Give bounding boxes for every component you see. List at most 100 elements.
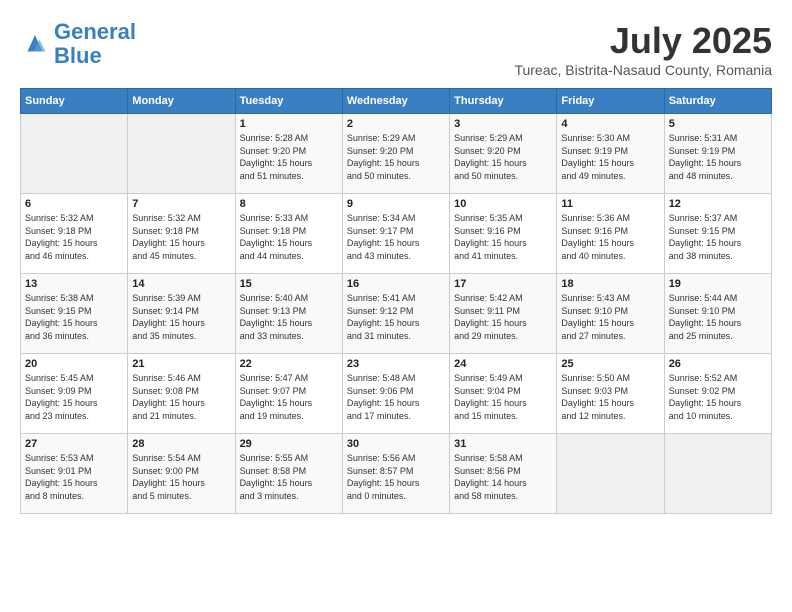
day-info: Sunrise: 5:43 AMSunset: 9:10 PMDaylight:… bbox=[561, 292, 659, 342]
calendar-table: SundayMondayTuesdayWednesdayThursdayFrid… bbox=[20, 88, 772, 514]
calendar-cell: 18Sunrise: 5:43 AMSunset: 9:10 PMDayligh… bbox=[557, 274, 664, 354]
calendar-cell bbox=[664, 434, 771, 514]
day-info: Sunrise: 5:31 AMSunset: 9:19 PMDaylight:… bbox=[669, 132, 767, 182]
calendar-cell: 25 Sunrise: 5:50 AMSunset: 9:03 PMDayligh… bbox=[557, 354, 664, 434]
day-info: Sunrise: 5:42 AMSunset: 9:11 PMDaylight:… bbox=[454, 292, 552, 342]
calendar-week-row: 20Sunrise: 5:45 AMSunset: 9:09 PMDayligh… bbox=[21, 354, 772, 434]
logo-line2: Blue bbox=[54, 43, 102, 68]
day-info: Sunrise: 5:29 AMSunset: 9:20 PMDaylight:… bbox=[347, 132, 445, 182]
calendar-cell: 24 Sunrise: 5:49 AMSunset: 9:04 PMDayligh… bbox=[450, 354, 557, 434]
calendar-cell: 2Sunrise: 5:29 AMSunset: 9:20 PMDaylight… bbox=[342, 114, 449, 194]
day-number: 24 bbox=[454, 358, 552, 370]
day-number: 4 bbox=[561, 118, 659, 130]
calendar-cell: 16 Sunrise: 5:41 AMSunset: 9:12 PMDayligh… bbox=[342, 274, 449, 354]
calendar-cell: 8 Sunrise: 5:33 AMSunset: 9:18 PMDaylight… bbox=[235, 194, 342, 274]
calendar-cell: 27 Sunrise: 5:53 AMSunset: 9:01 PMDayligh… bbox=[21, 434, 128, 514]
day-number: 23 bbox=[347, 358, 445, 370]
day-info: Sunrise: 5:38 AMSunset: 9:15 PMDaylight:… bbox=[25, 292, 123, 342]
day-number: 28 bbox=[132, 438, 230, 450]
day-info: Sunrise: 5:48 AMSunset: 9:06 PMDaylight:… bbox=[347, 372, 445, 422]
day-number: 22 bbox=[240, 358, 338, 370]
logo: General Blue bbox=[20, 20, 136, 68]
day-number: 12 bbox=[669, 198, 767, 210]
day-number: 25 bbox=[561, 358, 659, 370]
day-info: Sunrise: 5:52 AMSunset: 9:02 PMDaylight:… bbox=[669, 372, 767, 422]
calendar-cell: 14Sunrise: 5:39 AMSunset: 9:14 PMDayligh… bbox=[128, 274, 235, 354]
day-info: Sunrise: 5:39 AMSunset: 9:14 PMDaylight:… bbox=[132, 292, 230, 342]
month-title: July 2025 bbox=[514, 20, 772, 62]
day-number: 1 bbox=[240, 118, 338, 130]
day-number: 29 bbox=[240, 438, 338, 450]
calendar-cell bbox=[557, 434, 664, 514]
day-info: Sunrise: 5:30 AMSunset: 9:19 PMDaylight:… bbox=[561, 132, 659, 182]
location: Tureac, Bistrita-Nasaud County, Romania bbox=[514, 62, 772, 78]
day-info: Sunrise: 5:50 AMSunset: 9:03 PMDaylight:… bbox=[561, 372, 659, 422]
day-number: 27 bbox=[25, 438, 123, 450]
day-info: Sunrise: 5:49 AMSunset: 9:04 PMDaylight:… bbox=[454, 372, 552, 422]
day-number: 8 bbox=[240, 198, 338, 210]
day-info: Sunrise: 5:53 AMSunset: 9:01 PMDaylight:… bbox=[25, 452, 123, 502]
day-number: 19 bbox=[669, 278, 767, 290]
day-number: 26 bbox=[669, 358, 767, 370]
day-info: Sunrise: 5:33 AMSunset: 9:18 PMDaylight:… bbox=[240, 212, 338, 262]
day-info: Sunrise: 5:47 AMSunset: 9:07 PMDaylight:… bbox=[240, 372, 338, 422]
calendar-week-row: 1 Sunrise: 5:28 AMSunset: 9:20 PMDaylight… bbox=[21, 114, 772, 194]
day-info: Sunrise: 5:35 AMSunset: 9:16 PMDaylight:… bbox=[454, 212, 552, 262]
calendar-cell: 7 Sunrise: 5:32 AMSunset: 9:18 PMDaylight… bbox=[128, 194, 235, 274]
calendar-cell bbox=[128, 114, 235, 194]
weekday-header: Tuesday bbox=[235, 89, 342, 114]
calendar-week-row: 6 Sunrise: 5:32 AMSunset: 9:18 PMDaylight… bbox=[21, 194, 772, 274]
day-info: Sunrise: 5:55 AMSunset: 8:58 PMDaylight:… bbox=[240, 452, 338, 502]
calendar-cell: 22 Sunrise: 5:47 AMSunset: 9:07 PMDayligh… bbox=[235, 354, 342, 434]
calendar-cell: 13Sunrise: 5:38 AMSunset: 9:15 PMDayligh… bbox=[21, 274, 128, 354]
day-number: 15 bbox=[240, 278, 338, 290]
weekday-header: Wednesday bbox=[342, 89, 449, 114]
day-number: 6 bbox=[25, 198, 123, 210]
weekday-header: Friday bbox=[557, 89, 664, 114]
calendar-cell: 28 Sunrise: 5:54 AMSunset: 9:00 PMDayligh… bbox=[128, 434, 235, 514]
day-number: 7 bbox=[132, 198, 230, 210]
weekday-header: Sunday bbox=[21, 89, 128, 114]
calendar-cell: 30Sunrise: 5:56 AMSunset: 8:57 PMDayligh… bbox=[342, 434, 449, 514]
calendar-cell: 5 Sunrise: 5:31 AMSunset: 9:19 PMDaylight… bbox=[664, 114, 771, 194]
day-info: Sunrise: 5:58 AMSunset: 8:56 PMDaylight:… bbox=[454, 452, 552, 502]
day-info: Sunrise: 5:36 AMSunset: 9:16 PMDaylight:… bbox=[561, 212, 659, 262]
day-number: 10 bbox=[454, 198, 552, 210]
calendar-header-row: SundayMondayTuesdayWednesdayThursdayFrid… bbox=[21, 89, 772, 114]
day-number: 21 bbox=[132, 358, 230, 370]
day-info: Sunrise: 5:32 AMSunset: 9:18 PMDaylight:… bbox=[132, 212, 230, 262]
calendar-cell: 23 Sunrise: 5:48 AMSunset: 9:06 PMDayligh… bbox=[342, 354, 449, 434]
day-info: Sunrise: 5:28 AMSunset: 9:20 PMDaylight:… bbox=[240, 132, 338, 182]
calendar-cell bbox=[21, 114, 128, 194]
calendar-cell: 4 Sunrise: 5:30 AMSunset: 9:19 PMDaylight… bbox=[557, 114, 664, 194]
logo-text: General Blue bbox=[54, 20, 136, 68]
day-number: 30 bbox=[347, 438, 445, 450]
calendar-cell: 17Sunrise: 5:42 AMSunset: 9:11 PMDayligh… bbox=[450, 274, 557, 354]
calendar-cell: 19 Sunrise: 5:44 AMSunset: 9:10 PMDayligh… bbox=[664, 274, 771, 354]
day-info: Sunrise: 5:41 AMSunset: 9:12 PMDaylight:… bbox=[347, 292, 445, 342]
day-info: Sunrise: 5:29 AMSunset: 9:20 PMDaylight:… bbox=[454, 132, 552, 182]
weekday-header: Monday bbox=[128, 89, 235, 114]
calendar-cell: 3 Sunrise: 5:29 AMSunset: 9:20 PMDaylight… bbox=[450, 114, 557, 194]
logo-icon bbox=[20, 29, 50, 59]
day-info: Sunrise: 5:46 AMSunset: 9:08 PMDaylight:… bbox=[132, 372, 230, 422]
page-header: General Blue July 2025 Tureac, Bistrita-… bbox=[20, 20, 772, 78]
calendar-cell: 21 Sunrise: 5:46 AMSunset: 9:08 PMDayligh… bbox=[128, 354, 235, 434]
day-number: 5 bbox=[669, 118, 767, 130]
day-info: Sunrise: 5:37 AMSunset: 9:15 PMDaylight:… bbox=[669, 212, 767, 262]
day-info: Sunrise: 5:54 AMSunset: 9:00 PMDaylight:… bbox=[132, 452, 230, 502]
day-number: 20 bbox=[25, 358, 123, 370]
calendar-cell: 20Sunrise: 5:45 AMSunset: 9:09 PMDayligh… bbox=[21, 354, 128, 434]
day-number: 9 bbox=[347, 198, 445, 210]
calendar-cell: 10 Sunrise: 5:35 AMSunset: 9:16 PMDayligh… bbox=[450, 194, 557, 274]
day-info: Sunrise: 5:40 AMSunset: 9:13 PMDaylight:… bbox=[240, 292, 338, 342]
calendar-cell: 11Sunrise: 5:36 AMSunset: 9:16 PMDayligh… bbox=[557, 194, 664, 274]
day-info: Sunrise: 5:44 AMSunset: 9:10 PMDaylight:… bbox=[669, 292, 767, 342]
day-info: Sunrise: 5:32 AMSunset: 9:18 PMDaylight:… bbox=[25, 212, 123, 262]
calendar-cell: 1 Sunrise: 5:28 AMSunset: 9:20 PMDaylight… bbox=[235, 114, 342, 194]
day-number: 16 bbox=[347, 278, 445, 290]
day-number: 3 bbox=[454, 118, 552, 130]
calendar-cell: 12 Sunrise: 5:37 AMSunset: 9:15 PMDayligh… bbox=[664, 194, 771, 274]
calendar-week-row: 27 Sunrise: 5:53 AMSunset: 9:01 PMDayligh… bbox=[21, 434, 772, 514]
calendar-cell: 26 Sunrise: 5:52 AMSunset: 9:02 PMDayligh… bbox=[664, 354, 771, 434]
